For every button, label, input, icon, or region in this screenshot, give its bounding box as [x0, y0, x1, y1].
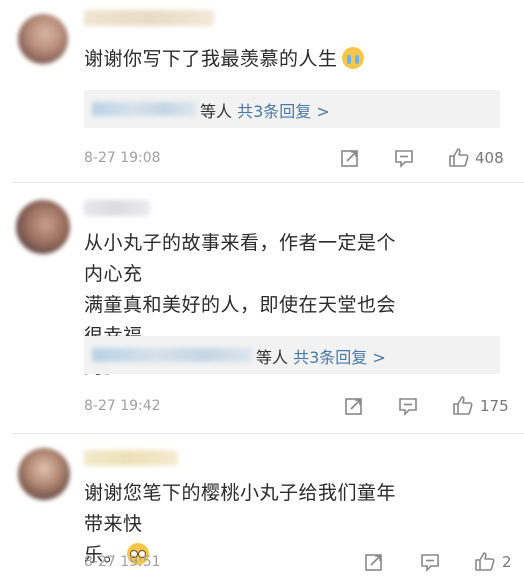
comment-item: 谢谢你写下了我最羡慕的人生 等人 共3条回复 > 8-27 19:08 408 [0, 0, 524, 180]
avatar[interactable] [18, 448, 70, 500]
avatar[interactable] [16, 200, 70, 254]
like-count: 408 [475, 149, 504, 167]
like-count: 175 [480, 397, 509, 415]
like-icon[interactable] [452, 394, 474, 416]
forward-icon[interactable] [344, 396, 364, 416]
comment-text: 谢谢你写下了我最羡慕的人生 [84, 44, 414, 75]
comment-icon[interactable] [394, 148, 414, 168]
reply-count-link[interactable]: 共3条回复 > [293, 348, 386, 367]
comment-item: 从小丸子的故事来看，作者一定是个内心充 满童真和美好的人，即使在天堂也会很幸福 … [0, 184, 524, 434]
reply-users-blurred [92, 348, 252, 362]
username-blurred[interactable] [84, 450, 178, 466]
avatar[interactable] [18, 14, 68, 64]
like-count: 2 [502, 553, 512, 571]
timestamp: 8-27 19:08 [84, 150, 161, 166]
forward-icon[interactable] [340, 148, 360, 168]
timestamp: 8-27 19:42 [84, 398, 161, 414]
comment-icon[interactable] [420, 552, 440, 572]
reply-users-blurred [92, 102, 196, 116]
timestamp: 8-27 19:51 [84, 554, 161, 570]
like-icon[interactable] [448, 146, 470, 168]
divider [12, 182, 524, 183]
username-blurred[interactable] [84, 200, 150, 216]
reply-summary[interactable]: 等人 共3条回复 > [200, 98, 330, 122]
forward-icon[interactable] [364, 552, 384, 572]
reply-preview[interactable]: 等人 共3条回复 > [84, 90, 500, 128]
divider [12, 433, 524, 434]
reply-preview[interactable]: 等人 共3条回复 > [84, 336, 500, 374]
comment-icon[interactable] [398, 396, 418, 416]
username-blurred[interactable] [84, 10, 214, 26]
crying-face-icon [341, 47, 364, 69]
comment-item: 谢谢您笔下的樱桃小丸子给我们童年带来快 乐。 8-27 19:51 2 [0, 436, 524, 587]
reply-summary[interactable]: 等人 共3条回复 > [256, 344, 386, 368]
reply-count-link[interactable]: 共3条回复 > [237, 102, 330, 121]
like-icon[interactable] [474, 550, 496, 572]
